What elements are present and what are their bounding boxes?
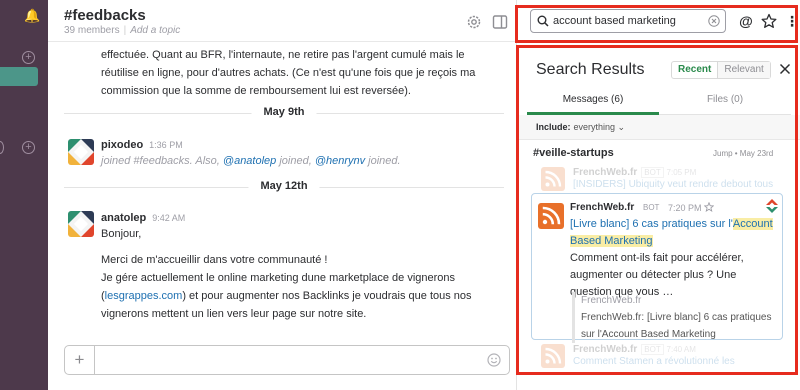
sidebar-active-item[interactable] bbox=[0, 67, 38, 86]
message-continuation: effectuée. Quant au BFR, l'internaute, n… bbox=[101, 49, 476, 97]
add-topic-link[interactable]: Add a topic bbox=[130, 25, 180, 36]
avatar[interactable] bbox=[68, 211, 94, 237]
annotation-box-results bbox=[516, 45, 798, 375]
member-count[interactable]: 39 members bbox=[64, 25, 120, 36]
emoji-icon[interactable] bbox=[487, 353, 501, 367]
author-name[interactable]: pixodeo bbox=[101, 139, 143, 151]
add-dm-icon[interactable]: + bbox=[22, 141, 35, 154]
message-list: effectuée. Quant au BFR, l'internaute, n… bbox=[48, 42, 516, 342]
author-name[interactable]: anatolep bbox=[101, 212, 146, 224]
day-label: May 12th bbox=[248, 180, 320, 192]
bell-icon[interactable]: 🔔 bbox=[24, 8, 40, 24]
message-line: Bonjour, bbox=[101, 228, 142, 240]
add-channel-icon[interactable]: + bbox=[22, 51, 35, 64]
join-text-a: joined #feedbacks. Also, bbox=[101, 155, 223, 167]
message-line: Merci de m'accueillir dans votre communa… bbox=[101, 254, 328, 266]
message-time[interactable]: 1:36 PM bbox=[149, 140, 183, 150]
message-link[interactable]: lesgrappes.com bbox=[105, 290, 183, 302]
message-body: Bonjour, Merci de m'accueillir dans votr… bbox=[101, 225, 491, 323]
sidebar-partial-icon bbox=[0, 141, 4, 154]
day-label: May 9th bbox=[251, 106, 317, 118]
message-author[interactable]: pixodeo 1:36 PM bbox=[101, 139, 183, 151]
avatar[interactable] bbox=[68, 139, 94, 165]
channel-title[interactable]: #feedbacks bbox=[64, 7, 146, 24]
team-sidebar: 🔔 + + bbox=[0, 0, 48, 390]
meta-separator: | bbox=[123, 25, 127, 36]
message-composer[interactable]: + bbox=[64, 345, 510, 375]
anatolep-avatar-icon bbox=[68, 211, 94, 237]
annotation-box-search bbox=[515, 5, 798, 43]
message-line-with-link: Je gére actuellement le online marketing… bbox=[101, 269, 491, 323]
attach-plus-icon[interactable]: + bbox=[65, 346, 95, 374]
join-text-b: joined, bbox=[276, 155, 315, 167]
day-divider: May 12th bbox=[64, 180, 504, 194]
mention-anatolep[interactable]: @anatolep bbox=[223, 155, 276, 167]
join-text-c: joined. bbox=[365, 155, 401, 167]
message-author[interactable]: anatolep 9:42 AM bbox=[101, 212, 185, 224]
join-message: joined #feedbacks. Also, @anatolep joine… bbox=[101, 152, 491, 170]
channel-header: #feedbacks 39 members | Add a topic bbox=[48, 0, 516, 42]
details-panel-icon[interactable] bbox=[492, 14, 508, 30]
message-time[interactable]: 9:42 AM bbox=[152, 213, 185, 223]
mention-henrynv[interactable]: @henrynv bbox=[315, 155, 365, 167]
channel-meta: 39 members | Add a topic bbox=[64, 25, 180, 36]
pixodeo-avatar-icon bbox=[68, 139, 94, 165]
gear-icon[interactable] bbox=[466, 14, 482, 30]
day-divider: May 9th bbox=[64, 106, 504, 120]
